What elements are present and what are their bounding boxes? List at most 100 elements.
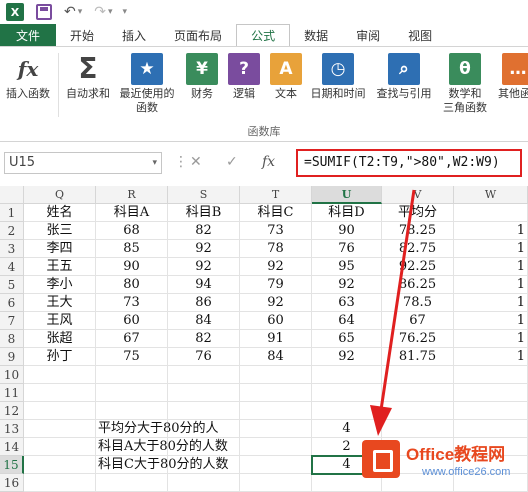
cell-u13[interactable]: 4 [312,420,382,438]
cell-r5[interactable]: 80 [96,276,168,294]
formula-input[interactable]: =SUMIF(T2:T9,">80",W2:W9) [296,149,522,177]
row-header-8[interactable]: 8 [0,330,24,348]
column-header-w[interactable]: W [454,186,528,204]
row-header-2[interactable]: 2 [0,222,24,240]
recently-used-button[interactable]: ★ 最近使用的 函数 [114,53,180,115]
cell-t9[interactable]: 84 [240,348,312,366]
tab-insert[interactable]: 插入 [108,24,160,46]
cell-v4[interactable]: 92.25 [382,258,454,276]
save-icon[interactable] [36,4,52,20]
cell-w5[interactable]: 1 [454,276,528,294]
more-functions-button[interactable]: … 其他函 [498,53,528,101]
cell-q1[interactable]: 姓名 [24,204,96,222]
cell-t14[interactable] [240,438,312,456]
cell-w2[interactable]: 1 [454,222,528,240]
row-header-3[interactable]: 3 [0,240,24,258]
cell-r12[interactable] [96,402,168,420]
cell-t15[interactable] [240,456,312,474]
column-header-v[interactable]: V [382,186,454,204]
cell-t16[interactable] [240,474,312,492]
cell-t7[interactable]: 60 [240,312,312,330]
cell-v6[interactable]: 78.5 [382,294,454,312]
cell-q13[interactable] [24,420,96,438]
cell-s10[interactable] [168,366,240,384]
cell-q10[interactable] [24,366,96,384]
cell-s16[interactable] [168,474,240,492]
row-header-12[interactable]: 12 [0,402,24,420]
cell-s5[interactable]: 94 [168,276,240,294]
redo-dropdown-icon[interactable]: ▾ [108,7,113,17]
cell-t13[interactable] [240,420,312,438]
cell-r10[interactable] [96,366,168,384]
cell-u2[interactable]: 90 [312,222,382,240]
cell-s4[interactable]: 92 [168,258,240,276]
tab-page-layout[interactable]: 页面布局 [160,24,236,46]
cell-q16[interactable] [24,474,96,492]
cell-t5[interactable]: 79 [240,276,312,294]
enter-icon[interactable]: ✓ [226,154,238,170]
tab-file[interactable]: 文件 [0,24,57,46]
cell-u10[interactable] [312,366,382,384]
cell-w8[interactable]: 1 [454,330,528,348]
cell-w4[interactable]: 1 [454,258,528,276]
cell-u6[interactable]: 63 [312,294,382,312]
cell-u1[interactable]: 科目D [312,204,382,222]
tab-view[interactable]: 视图 [394,24,446,46]
cell-v12[interactable] [382,402,454,420]
tab-review[interactable]: 审阅 [342,24,394,46]
row-header-4[interactable]: 4 [0,258,24,276]
cell-r13[interactable]: 平均分大于80分的人 [96,420,219,438]
cell-r4[interactable]: 90 [96,258,168,276]
cell-w7[interactable]: 1 [454,312,528,330]
cell-s6[interactable]: 86 [168,294,240,312]
cell-q15[interactable] [24,456,96,474]
financial-button[interactable]: ¥ 财务 [184,53,220,101]
tab-data[interactable]: 数据 [290,24,342,46]
logical-button[interactable]: ? 逻辑 [226,53,262,101]
row-header-7[interactable]: 7 [0,312,24,330]
row-header-16[interactable]: 16 [0,474,24,492]
column-header-t[interactable]: T [240,186,312,204]
cell-s12[interactable] [168,402,240,420]
cell-w9[interactable]: 1 [454,348,528,366]
cell-s8[interactable]: 82 [168,330,240,348]
cell-u4[interactable]: 95 [312,258,382,276]
cell-q5[interactable]: 李小 [24,276,96,294]
cell-t2[interactable]: 73 [240,222,312,240]
insert-function-button[interactable]: fx 插入函数 [2,53,54,101]
cell-v2[interactable]: 78.25 [382,222,454,240]
cell-q12[interactable] [24,402,96,420]
cell-u12[interactable] [312,402,382,420]
cell-q8[interactable]: 张超 [24,330,96,348]
cell-r11[interactable] [96,384,168,402]
column-header-q[interactable]: Q [24,186,96,204]
cell-v10[interactable] [382,366,454,384]
cell-r6[interactable]: 73 [96,294,168,312]
cell-r1[interactable]: 科目A [96,204,168,222]
cell-q6[interactable]: 王大 [24,294,96,312]
cell-v7[interactable]: 67 [382,312,454,330]
cell-w1[interactable] [454,204,528,222]
lookup-reference-button[interactable]: ⌕ 查找与引用 [372,53,436,101]
cell-q7[interactable]: 王风 [24,312,96,330]
math-trig-button[interactable]: θ 数学和 三角函数 [436,53,494,115]
name-box[interactable]: U15 ▾ [4,152,162,174]
cell-v11[interactable] [382,384,454,402]
cell-w3[interactable]: 1 [454,240,528,258]
cell-u5[interactable]: 92 [312,276,382,294]
cell-q2[interactable]: 张三 [24,222,96,240]
cell-v13[interactable] [382,420,454,438]
row-header-6[interactable]: 6 [0,294,24,312]
cell-r15[interactable]: 科目C大于80分的人数 [96,456,229,474]
cell-u7[interactable]: 64 [312,312,382,330]
cell-s2[interactable]: 82 [168,222,240,240]
insert-function-icon[interactable]: fx [262,154,275,170]
cell-w6[interactable]: 1 [454,294,528,312]
cell-w13[interactable] [454,420,528,438]
cell-s11[interactable] [168,384,240,402]
cell-t11[interactable] [240,384,312,402]
customize-toolbar-icon[interactable]: ▾ [123,7,128,17]
undo-dropdown-icon[interactable]: ▾ [78,7,83,17]
cell-r7[interactable]: 60 [96,312,168,330]
cell-r9[interactable]: 75 [96,348,168,366]
